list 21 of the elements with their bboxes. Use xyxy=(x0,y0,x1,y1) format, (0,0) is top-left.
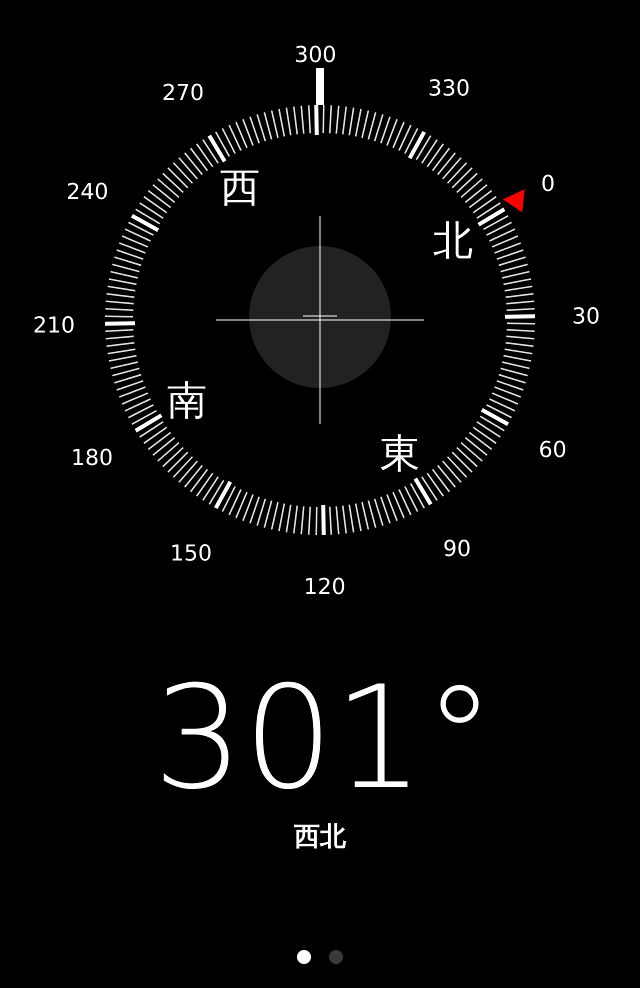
cardinal-label: 西 xyxy=(220,165,260,212)
degree-label: 330 xyxy=(428,76,470,102)
degree-label: 30 xyxy=(572,304,600,330)
crosshair-icon xyxy=(216,216,424,424)
heading-indicator xyxy=(316,68,324,105)
heading-reading: 301° xyxy=(152,668,496,810)
degree-label: 150 xyxy=(170,542,212,567)
cardinal-label: 北 xyxy=(432,218,473,264)
degree-label: 120 xyxy=(304,574,346,600)
degree-label: 270 xyxy=(162,81,204,106)
degree-label: 60 xyxy=(538,438,567,463)
degree-label: 240 xyxy=(66,180,108,206)
north-marker-icon xyxy=(502,189,525,212)
cardinal-label: 東 xyxy=(380,430,420,477)
direction-label: 西北 xyxy=(294,824,346,850)
degree-label: 90 xyxy=(443,537,471,562)
degree-label: 180 xyxy=(71,446,113,471)
degree-label: 210 xyxy=(33,314,76,339)
degree-label: 0 xyxy=(541,172,555,197)
degree-label: 300 xyxy=(294,43,336,68)
cardinal-label: 南 xyxy=(167,378,208,424)
